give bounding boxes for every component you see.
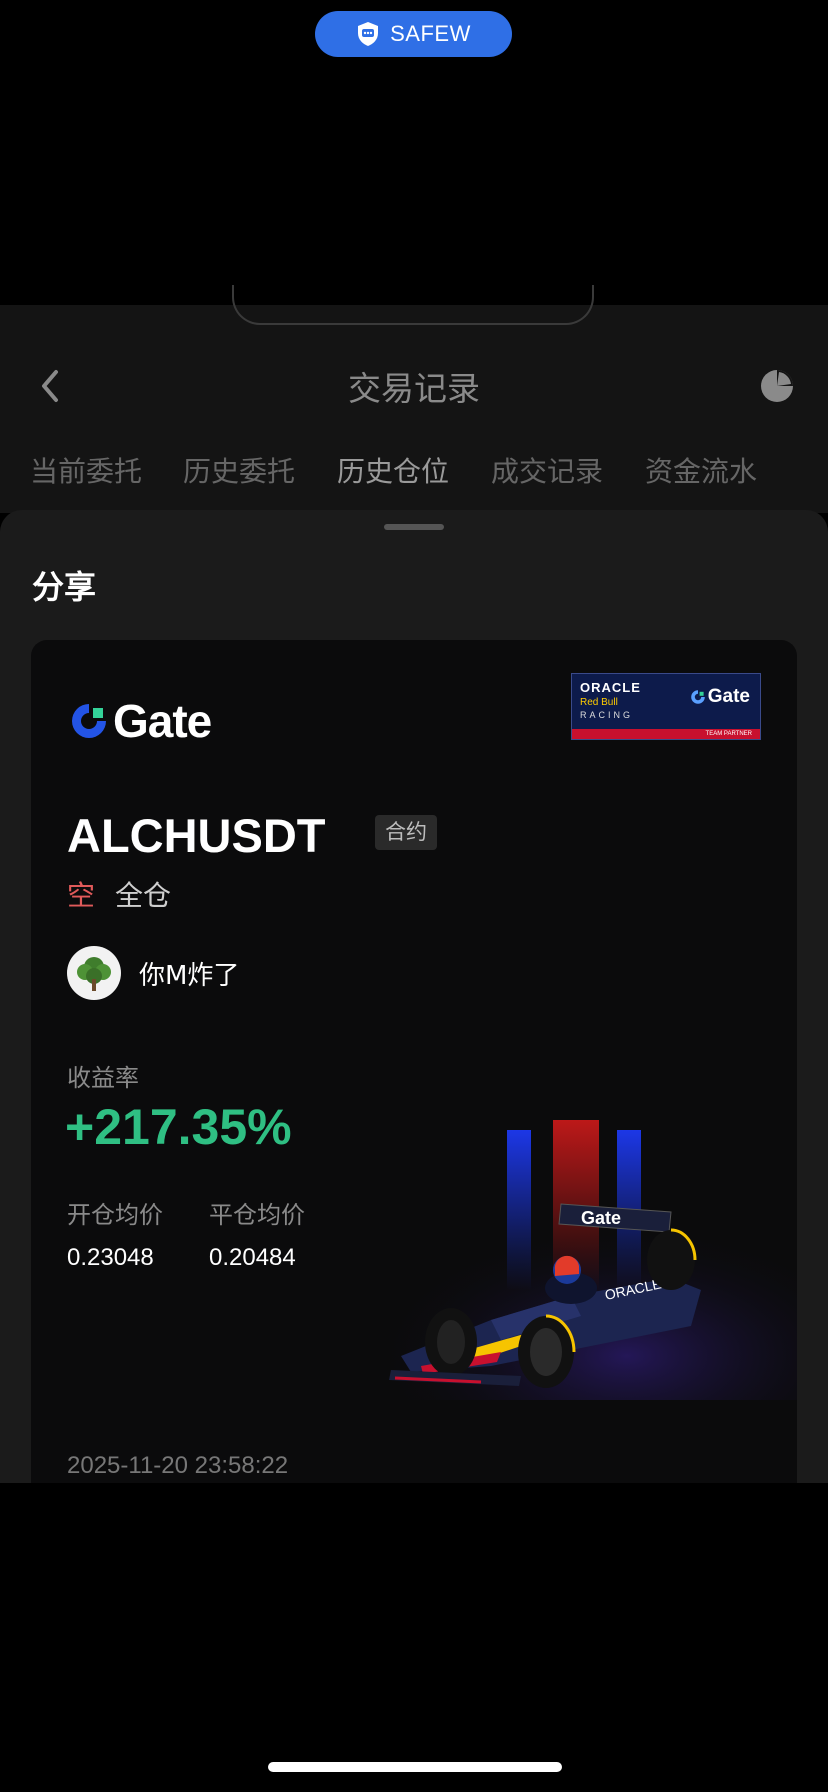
tab-position-history[interactable]: 历史仓位 <box>337 450 449 490</box>
team-partner-badge: ORACLE Red Bull RACING Gate TEAM PARTNER <box>571 673 761 740</box>
timestamp: 2025-11-20 23:58:22 <box>67 1452 289 1479</box>
oracle-text: ORACLE <box>580 680 641 695</box>
partner-gate-text: Gate <box>707 686 750 707</box>
svg-text:Gate: Gate <box>581 1208 621 1228</box>
position-side-row: 空 全仓 <box>67 874 171 914</box>
gate-mini-icon <box>690 690 705 704</box>
share-sheet: 分享 Gate ORACLE Red Bull RACING Gate TEAM… <box>0 510 828 1483</box>
tab-fund-flow[interactable]: 资金流水 <box>645 450 757 490</box>
tab-current-orders[interactable]: 当前委托 <box>30 450 142 490</box>
record-tabs: 当前委托 历史委托 历史仓位 成交记录 资金流水 <box>0 450 828 494</box>
pie-chart-icon[interactable] <box>760 369 794 403</box>
sheet-title: 分享 <box>32 568 97 606</box>
open-price-block: 开仓均价 0.23048 <box>67 1195 163 1272</box>
margin-mode: 全仓 <box>115 879 172 912</box>
roi-value: +217.35% <box>65 1099 292 1155</box>
page-title: 交易记录 <box>348 369 480 408</box>
tab-trade-history[interactable]: 成交记录 <box>491 450 603 490</box>
home-indicator[interactable] <box>268 1762 562 1772</box>
close-price-block: 平仓均价 0.20484 <box>209 1195 305 1272</box>
user-row: 你M炸了 <box>67 946 239 1000</box>
username: 你M炸了 <box>139 960 240 991</box>
open-price-value: 0.23048 <box>67 1244 154 1271</box>
shield-chat-icon <box>358 22 379 46</box>
contract-tag: 合约 <box>375 815 437 850</box>
gate-logo: Gate <box>69 694 212 748</box>
close-price-label: 平仓均价 <box>209 1201 305 1229</box>
roi-label: 收益率 <box>67 1064 139 1092</box>
tab-order-history[interactable]: 历史委托 <box>183 450 295 490</box>
position-side: 空 <box>67 879 96 912</box>
open-price-label: 开仓均价 <box>67 1201 163 1229</box>
avatar <box>67 946 121 1000</box>
safew-label: SAFEW <box>390 21 471 46</box>
racing-text: RACING <box>580 710 634 720</box>
dynamic-island-outline <box>232 285 594 325</box>
team-partner-text: TEAM PARTNER <box>705 731 752 737</box>
trading-pair: ALCHUSDT <box>67 809 326 862</box>
close-price-value: 0.20484 <box>209 1244 296 1271</box>
gate-logo-icon <box>72 704 106 738</box>
race-car-illustration: Gate ORACLE <box>371 1120 797 1400</box>
tree-avatar-icon <box>77 957 111 991</box>
sheet-drag-handle[interactable] <box>384 524 444 530</box>
safew-status-pill[interactable]: SAFEW <box>315 11 512 57</box>
redbull-text: Red Bull <box>580 697 618 708</box>
share-card: Gate ORACLE Red Bull RACING Gate TEAM PA… <box>31 640 797 1483</box>
gate-logo-text: Gate <box>113 695 212 747</box>
